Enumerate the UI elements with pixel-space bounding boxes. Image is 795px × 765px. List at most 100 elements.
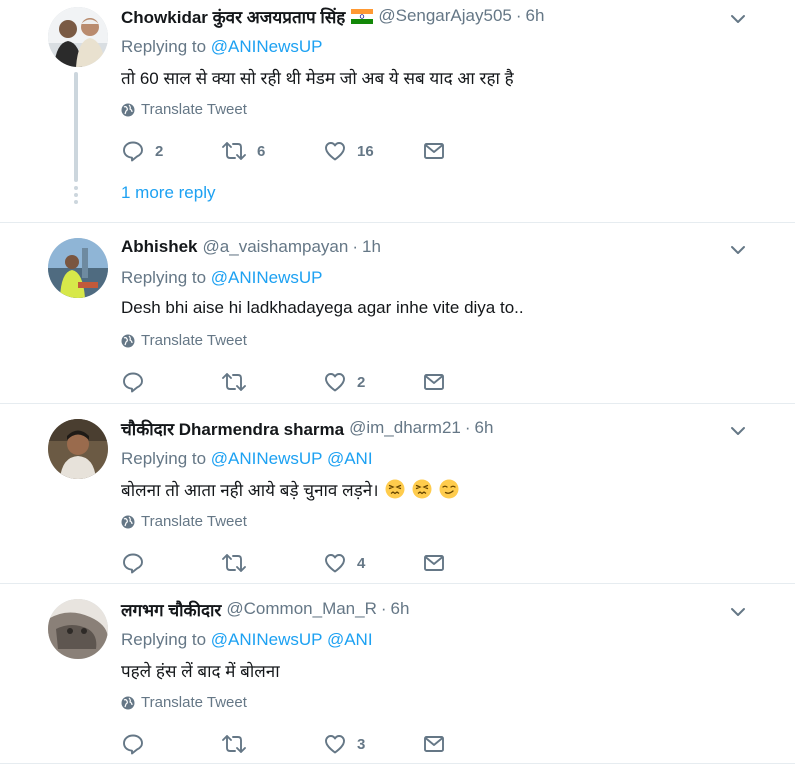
globe-icon	[121, 103, 135, 116]
divider	[0, 763, 795, 764]
translate-tweet[interactable]: Translate Tweet	[121, 694, 247, 711]
avatar[interactable]	[48, 238, 108, 298]
divider	[0, 222, 795, 223]
translate-tweet[interactable]: Translate Tweet	[121, 332, 247, 349]
direct-message-button[interactable]	[423, 370, 445, 394]
retweet-button[interactable]	[221, 732, 257, 756]
replying-to: Replying to @ANINewsUP @ANI	[121, 630, 373, 650]
tweet-header: Abhishek @a_vaishampayan · 1h	[121, 235, 381, 259]
avatar[interactable]	[48, 7, 108, 67]
reply-icon	[123, 372, 143, 393]
tweet-header: चौकीदार Dharmendra sharma @im_dharm21 · …	[121, 416, 493, 440]
reply-icon	[123, 734, 143, 755]
separator: ·	[515, 6, 522, 25]
translate-tweet[interactable]: Translate Tweet	[121, 513, 247, 530]
user-handle[interactable]: @im_dharm21	[349, 418, 461, 438]
message-icon	[424, 143, 444, 159]
like-button[interactable]: 16	[323, 139, 374, 163]
reply-button[interactable]: 2	[121, 139, 163, 163]
user-handle[interactable]: @Common_Man_R	[226, 599, 376, 619]
tweet-header: Chowkidar कुंवर अजयप्रताप सिंह @SengarAj…	[121, 4, 544, 28]
tweet-actions: 4	[121, 551, 461, 575]
tweet-text-content: बोलना तो आता नही आये बड़े चुनाव लड़ने।	[121, 481, 379, 500]
like-button[interactable]: 2	[323, 370, 365, 394]
avatar[interactable]	[48, 599, 108, 659]
replying-to: Replying to @ANINewsUP	[121, 268, 323, 288]
tweet-text: Desh bhi aise hi ladkhadayega agar inhe …	[121, 298, 524, 317]
message-icon	[424, 555, 444, 571]
display-name[interactable]: Abhishek	[121, 237, 198, 257]
display-name[interactable]: लगभग चौकीदार	[121, 598, 221, 621]
like-count: 3	[357, 735, 366, 753]
globe-icon	[121, 334, 135, 347]
globe-icon	[121, 515, 135, 528]
like-icon	[325, 142, 345, 161]
chevron-down-icon[interactable]	[728, 602, 748, 622]
mention-link[interactable]: @ANINewsUP	[211, 268, 323, 287]
like-button[interactable]: 3	[323, 732, 365, 756]
mention-link[interactable]: @ANINewsUP	[211, 449, 322, 468]
retweet-count: 6	[257, 142, 266, 160]
timestamp[interactable]: 6h	[475, 418, 494, 438]
reply-count: 2	[155, 142, 164, 160]
tweet-text: पहले हंस लें बाद में बोलना	[121, 662, 280, 681]
reply-button[interactable]	[121, 732, 155, 756]
direct-message-button[interactable]	[423, 732, 445, 756]
retweet-button[interactable]	[221, 370, 257, 394]
globe-icon	[121, 696, 135, 709]
chevron-down-icon[interactable]	[728, 421, 748, 441]
retweet-button[interactable]	[221, 551, 257, 575]
translate-label: Translate Tweet	[141, 694, 247, 711]
separator: ·	[464, 418, 471, 437]
display-name[interactable]: Chowkidar कुंवर अजयप्रताप सिंह	[121, 5, 345, 28]
display-name[interactable]: चौकीदार Dharmendra sharma	[121, 417, 344, 440]
divider	[0, 583, 795, 584]
direct-message-button[interactable]	[423, 139, 445, 163]
translate-label: Translate Tweet	[141, 513, 247, 530]
persevering-face-emoji	[385, 479, 405, 499]
message-icon	[424, 736, 444, 752]
separator: ·	[380, 599, 387, 618]
reply-button[interactable]	[121, 551, 155, 575]
chevron-down-icon[interactable]	[728, 9, 748, 29]
tweet-actions: 3	[121, 732, 461, 756]
like-button[interactable]: 4	[323, 551, 365, 575]
retweet-button[interactable]: 6	[221, 139, 265, 163]
translate-label: Translate Tweet	[141, 101, 247, 118]
timestamp[interactable]: 6h	[391, 599, 410, 619]
retweet-icon	[222, 554, 246, 572]
more-replies-link[interactable]: 1 more reply	[121, 183, 215, 203]
replying-label: Replying to	[121, 449, 207, 468]
tweet-actions: 2	[121, 370, 461, 394]
avatar[interactable]	[48, 419, 108, 479]
replying-label: Replying to	[121, 37, 207, 56]
replying-label: Replying to	[121, 630, 207, 649]
mention-link[interactable]: @ANI	[327, 630, 373, 649]
user-handle[interactable]: @SengarAjay505	[378, 6, 512, 26]
user-handle[interactable]: @a_vaishampayan	[203, 237, 349, 257]
reply-button[interactable]	[121, 370, 155, 394]
translate-label: Translate Tweet	[141, 332, 247, 349]
direct-message-button[interactable]	[423, 551, 445, 575]
mention-link[interactable]: @ANINewsUP	[211, 630, 322, 649]
message-icon	[424, 374, 444, 390]
persevering-face-emoji	[412, 479, 432, 499]
replying-label: Replying to	[121, 268, 207, 287]
retweet-icon	[222, 142, 246, 160]
chevron-down-icon[interactable]	[728, 240, 748, 260]
timestamp[interactable]: 6h	[526, 6, 545, 26]
divider	[0, 403, 795, 404]
timestamp[interactable]: 1h	[362, 237, 381, 257]
like-icon	[325, 735, 345, 754]
thread-line	[74, 72, 78, 182]
mention-link[interactable]: @ANINewsUP	[211, 37, 323, 56]
like-icon	[325, 554, 345, 573]
mention-link[interactable]: @ANI	[327, 449, 373, 468]
like-count: 2	[357, 373, 366, 391]
translate-tweet[interactable]: Translate Tweet	[121, 101, 247, 118]
thread-dots	[73, 186, 79, 207]
like-count: 16	[357, 142, 374, 160]
retweet-icon	[222, 735, 246, 753]
tweet-text: तो 60 साल से क्या सो रही थी मेडम जो अब य…	[121, 69, 514, 88]
reply-icon	[123, 553, 143, 574]
